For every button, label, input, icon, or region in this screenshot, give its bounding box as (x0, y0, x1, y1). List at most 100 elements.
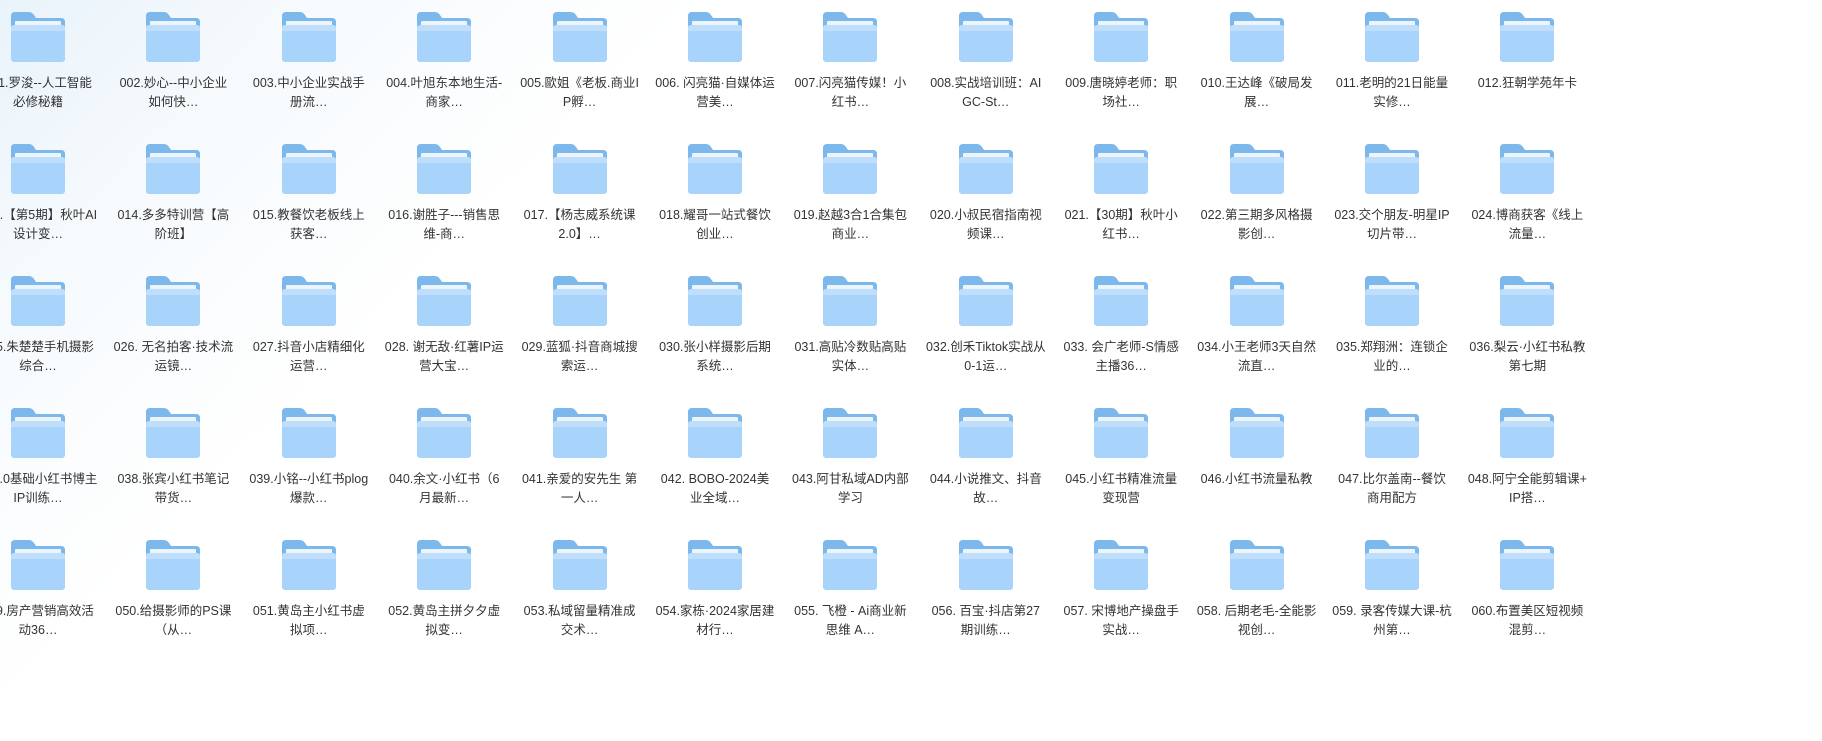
folder-label: 053.私域留量精准成交术… (523, 604, 636, 637)
folder-label: 008.实战培训班：AIGC-St… (930, 76, 1042, 109)
file-explorer-view: 001.罗浚--人工智能必修秘籍 002.妙心--中小企业如何快… 003.中小企业… (0, 0, 1822, 741)
folder-item[interactable]: 051.黄岛主小红书虚拟项… (249, 528, 369, 658)
folder-item[interactable]: 028. 谢无敌·红薯IP运营大宝… (384, 264, 504, 394)
folder-label: 037.0基础小红书博主IP训练… (0, 472, 98, 505)
folder-item[interactable]: 013.【第5期】秋叶AI设计变… (0, 132, 98, 262)
folder-item[interactable]: 048.阿宁全能剪辑课+IP搭… (1467, 396, 1587, 526)
folder-item[interactable]: 038.张宾小红书笔记带货… (113, 396, 233, 526)
folder-item[interactable]: 023.交个朋友-明星IP切片带… (1332, 132, 1452, 262)
folder-icon (1498, 274, 1556, 328)
folder-item[interactable]: 059. 录客传媒大课-杭州第… (1332, 528, 1452, 658)
folder-icon (9, 406, 67, 460)
folder-item[interactable]: 011.老明的21日能量实修… (1332, 0, 1452, 130)
folder-item[interactable]: 017.【杨志威系统课2.0】… (520, 132, 640, 262)
folder-label: 023.交个朋友-明星IP切片带… (1334, 208, 1450, 241)
folder-item[interactable]: 057. 宋博地产操盘手实战… (1061, 528, 1181, 658)
folder-item[interactable]: 020.小叔民宿指南视频课… (926, 132, 1046, 262)
folder-item[interactable]: 026. 无名拍客·技术流运镜… (113, 264, 233, 394)
folder-item[interactable]: 029.蓝狐·抖音商城搜索运… (520, 264, 640, 394)
folder-item[interactable]: 035.郑翔洲：连锁企业的… (1332, 264, 1452, 394)
folder-item[interactable]: 040.余文·小红书（6月最新… (384, 396, 504, 526)
folder-label: 055. 飞橙 - Ai商业新思维 A… (794, 604, 907, 637)
folder-item[interactable]: 015.教餐饮老板线上获客… (249, 132, 369, 262)
folder-icon (957, 142, 1015, 196)
folder-icon (551, 538, 609, 592)
folder-label: 011.老明的21日能量实修… (1335, 76, 1449, 109)
folder-icon (280, 406, 338, 460)
folder-item[interactable]: 056. 百宝·抖店第27期训练… (926, 528, 1046, 658)
folder-item[interactable]: 008.实战培训班：AIGC-St… (926, 0, 1046, 130)
folder-item[interactable]: 004.叶旭东本地生活-商家… (384, 0, 504, 130)
folder-icon (9, 274, 67, 328)
folder-item[interactable]: 031.高贴冷数贴高贴实体… (790, 264, 910, 394)
folder-item[interactable]: 012.狂朝学苑年卡 (1467, 0, 1587, 130)
folder-label: 047.比尔盖南--餐饮商用配方 (1338, 472, 1446, 505)
folder-label: 057. 宋博地产操盘手实战… (1063, 604, 1179, 637)
folder-item[interactable]: 010.王达峰《破局发展… (1197, 0, 1317, 130)
folder-item[interactable]: 036.梨云·小红书私教第七期 (1467, 264, 1587, 394)
folder-icon (1228, 142, 1286, 196)
folder-label: 024.博商获客《线上流量… (1471, 208, 1584, 241)
folder-item[interactable]: 055. 飞橙 - Ai商业新思维 A… (790, 528, 910, 658)
folder-item[interactable]: 014.多多特训营【高阶班】 (113, 132, 233, 262)
folder-item[interactable]: 047.比尔盖南--餐饮商用配方 (1332, 396, 1452, 526)
folder-item[interactable]: 019.赵越3合1合集包商业… (790, 132, 910, 262)
folder-icon (551, 274, 609, 328)
folder-item[interactable]: 039.小铭--小红书plog爆款… (249, 396, 369, 526)
folder-label: 030.张小样摄影后期系统… (659, 340, 771, 373)
folder-label: 022.第三期多风格摄影创… (1200, 208, 1313, 241)
folder-item[interactable]: 027.抖音小店精细化运营… (249, 264, 369, 394)
folder-item[interactable]: 007.闪亮猫传媒！小红书… (790, 0, 910, 130)
folder-label: 007.闪亮猫传媒！小红书… (794, 76, 907, 109)
folder-label: 045.小红书精准流量变现营 (1065, 472, 1178, 505)
folder-label: 048.阿宁全能剪辑课+IP搭… (1467, 472, 1587, 505)
folder-item[interactable]: 043.阿甘私域AD内部学习 (790, 396, 910, 526)
folder-label: 016.谢胜子---销售思维-商… (388, 208, 501, 241)
folder-item[interactable]: 034.小王老师3天自然流直… (1197, 264, 1317, 394)
folder-icon (280, 142, 338, 196)
folder-item[interactable]: 058. 后期老毛-全能影视创… (1197, 528, 1317, 658)
folder-label: 051.黄岛主小红书虚拟项… (252, 604, 365, 637)
folder-item[interactable]: 037.0基础小红书博主IP训练… (0, 396, 98, 526)
folder-icon (9, 538, 67, 592)
folder-item[interactable]: 006. 闪亮猫·自媒体运营美… (655, 0, 775, 130)
folder-item[interactable]: 025.朱楚楚手机摄影综合… (0, 264, 98, 394)
folder-item[interactable]: 001.罗浚--人工智能必修秘籍 (0, 0, 98, 130)
folder-icon (821, 274, 879, 328)
folder-item[interactable]: 044.小说推文、抖音故… (926, 396, 1046, 526)
folder-item[interactable]: 018.耀哥一站式餐饮创业… (655, 132, 775, 262)
folder-item[interactable]: 049.房产营销高效活动36… (0, 528, 98, 658)
folder-item[interactable]: 042. BOBO-2024美业全域… (655, 396, 775, 526)
folder-icon (144, 142, 202, 196)
folder-icon (1092, 538, 1150, 592)
folder-item[interactable]: 046.小红书流量私教 (1197, 396, 1317, 526)
folder-icon (686, 274, 744, 328)
folder-icon (1498, 10, 1556, 64)
folder-item[interactable]: 030.张小样摄影后期系统… (655, 264, 775, 394)
folder-item[interactable]: 016.谢胜子---销售思维-商… (384, 132, 504, 262)
folder-item[interactable]: 021.【30期】秋叶小红书… (1061, 132, 1181, 262)
folder-label: 010.王达峰《破局发展… (1200, 76, 1313, 109)
folder-label: 050.给摄影师的PS课（从… (115, 604, 232, 637)
folder-item[interactable]: 003.中小企业实战手册流… (249, 0, 369, 130)
folder-label: 001.罗浚--人工智能必修秘籍 (0, 76, 92, 109)
folder-item[interactable]: 053.私域留量精准成交术… (520, 528, 640, 658)
folder-item[interactable]: 024.博商获客《线上流量… (1467, 132, 1587, 262)
folder-item[interactable]: 009.唐晓婷老师：职场社… (1061, 0, 1181, 130)
folder-item[interactable]: 054.家栋·2024家居建材行… (655, 528, 775, 658)
folder-label: 005.歐姐《老板.商业IP孵… (520, 76, 639, 109)
folder-item[interactable]: 022.第三期多风格摄影创… (1197, 132, 1317, 262)
folder-label: 033. 会广老师-S情感主播36… (1063, 340, 1179, 373)
folder-item[interactable]: 045.小红书精准流量变现营 (1061, 396, 1181, 526)
folder-item[interactable]: 041.亲爱的安先生 第一人… (520, 396, 640, 526)
folder-item[interactable]: 060.布置美区短视频混剪… (1467, 528, 1587, 658)
folder-item[interactable]: 033. 会广老师-S情感主播36… (1061, 264, 1181, 394)
folder-icon (1228, 538, 1286, 592)
folder-label: 043.阿甘私域AD内部学习 (792, 472, 909, 505)
folder-label: 018.耀哥一站式餐饮创业… (659, 208, 771, 241)
folder-item[interactable]: 052.黄岛主拼夕夕虚拟变… (384, 528, 504, 658)
folder-item[interactable]: 005.歐姐《老板.商业IP孵… (520, 0, 640, 130)
folder-item[interactable]: 002.妙心--中小企业如何快… (113, 0, 233, 130)
folder-item[interactable]: 032.创禾Tiktok实战从0-1运… (926, 264, 1046, 394)
folder-item[interactable]: 050.给摄影师的PS课（从… (113, 528, 233, 658)
